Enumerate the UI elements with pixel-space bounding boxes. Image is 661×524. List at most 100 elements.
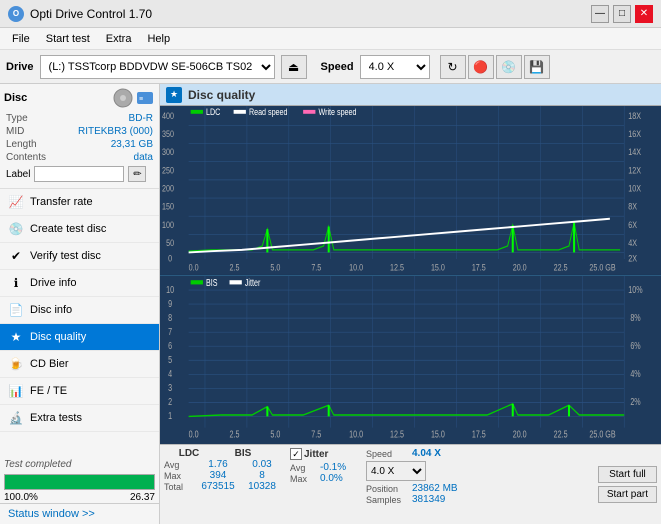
svg-text:2%: 2% bbox=[630, 396, 641, 407]
chart1-svg: 400 350 300 250 200 150 100 50 0 18X 16X… bbox=[160, 106, 661, 275]
svg-text:14X: 14X bbox=[628, 147, 641, 157]
progress-bar-container bbox=[4, 474, 155, 490]
ldc-avg: 1.76 bbox=[198, 459, 238, 470]
disc-button[interactable]: 💿 bbox=[496, 55, 522, 79]
bis-avg: 0.03 bbox=[242, 459, 282, 470]
minimize-button[interactable]: — bbox=[591, 5, 609, 23]
disc-header: Disc ≡ bbox=[4, 88, 155, 108]
avg-label: Avg bbox=[164, 460, 194, 470]
svg-text:8: 8 bbox=[168, 311, 172, 322]
disc-mid-row: MID RITEKBR3 (000) bbox=[4, 125, 155, 138]
svg-text:≡: ≡ bbox=[139, 96, 143, 103]
speed-stat-select[interactable]: 4.0 X bbox=[366, 461, 426, 481]
main-layout: Disc ≡ Type BD-R MID RITEKBR3 (000) bbox=[0, 84, 661, 524]
progress-info: 100.0% 26.37 bbox=[0, 492, 159, 503]
right-value: 26.37 bbox=[130, 492, 155, 503]
svg-text:4: 4 bbox=[168, 367, 172, 378]
sidebar-item-cd-bier[interactable]: 🍺 CD Bier bbox=[0, 351, 159, 378]
svg-text:2X: 2X bbox=[628, 254, 637, 264]
svg-text:15.0: 15.0 bbox=[431, 428, 445, 439]
menu-extra[interactable]: Extra bbox=[98, 31, 140, 47]
sidebar-item-disc-info[interactable]: 📄 Disc info bbox=[0, 297, 159, 324]
stats-ldc-bis: LDC BIS Avg 1.76 0.03 Max 394 8 Total 67… bbox=[164, 448, 284, 521]
svg-text:2: 2 bbox=[168, 396, 172, 407]
speed-select[interactable]: 4.0 X bbox=[360, 55, 430, 79]
drive-info-icon: ℹ bbox=[8, 275, 24, 291]
refresh-button[interactable]: ↻ bbox=[440, 55, 466, 79]
sidebar-item-fe-te[interactable]: 📊 FE / TE bbox=[0, 378, 159, 405]
burn-button[interactable]: 🔴 bbox=[468, 55, 494, 79]
jitter-checkbox[interactable]: ✓ bbox=[290, 448, 302, 460]
start-full-button[interactable]: Start full bbox=[598, 466, 657, 483]
disc-length-row: Length 23,31 GB bbox=[4, 138, 155, 151]
svg-text:0.0: 0.0 bbox=[189, 263, 199, 273]
svg-text:15.0: 15.0 bbox=[431, 263, 445, 273]
title-bar-controls: — □ ✕ bbox=[591, 5, 653, 23]
stats-jitter: ✓ Jitter Avg -0.1% Max 0.0% bbox=[290, 448, 360, 521]
total-label: Total bbox=[164, 482, 194, 492]
menu-help[interactable]: Help bbox=[139, 31, 178, 47]
jitter-max: 0.0% bbox=[320, 473, 343, 484]
svg-text:10X: 10X bbox=[628, 184, 641, 194]
svg-text:400: 400 bbox=[162, 111, 174, 121]
disc-title: Disc bbox=[4, 92, 27, 104]
menu-file[interactable]: File bbox=[4, 31, 38, 47]
svg-text:9: 9 bbox=[168, 297, 172, 308]
sidebar-item-create-test-disc[interactable]: 💿 Create test disc bbox=[0, 216, 159, 243]
svg-text:Read speed: Read speed bbox=[249, 107, 288, 117]
save-button[interactable]: 💾 bbox=[524, 55, 550, 79]
svg-text:5.0: 5.0 bbox=[270, 263, 280, 273]
jitter-avg: -0.1% bbox=[320, 462, 346, 473]
svg-text:10.0: 10.0 bbox=[349, 263, 363, 273]
status-window-link[interactable]: Status window >> bbox=[0, 503, 159, 524]
sidebar-item-drive-info[interactable]: ℹ Drive info bbox=[0, 270, 159, 297]
svg-text:2.5: 2.5 bbox=[230, 428, 240, 439]
transfer-rate-icon: 📈 bbox=[8, 194, 24, 210]
svg-text:17.5: 17.5 bbox=[472, 428, 486, 439]
chart2-svg: 10 9 8 7 6 5 4 3 2 1 10% 8% 6% 4% 2% bbox=[160, 276, 661, 445]
svg-text:20.0: 20.0 bbox=[513, 263, 527, 273]
menu-start-test[interactable]: Start test bbox=[38, 31, 98, 47]
disc-label-input[interactable] bbox=[34, 166, 124, 182]
cd-bier-icon: 🍺 bbox=[8, 356, 24, 372]
stats-speed-pos: Speed 4.04 X 4.0 X Position 23862 MB Sam… bbox=[366, 448, 458, 521]
svg-text:18X: 18X bbox=[628, 111, 641, 121]
sidebar-item-disc-quality[interactable]: ★ Disc quality bbox=[0, 324, 159, 351]
position-label: Position bbox=[366, 484, 408, 494]
disc-info-icon: 📄 bbox=[8, 302, 24, 318]
status-area: Test completed 100.0% 26.37 Status windo… bbox=[0, 457, 159, 524]
speed-label-stat: Speed bbox=[366, 449, 408, 459]
samples-label: Samples bbox=[366, 495, 408, 505]
sidebar-item-extra-tests[interactable]: 🔬 Extra tests bbox=[0, 405, 159, 432]
disc-label-button[interactable]: ✏ bbox=[128, 166, 146, 182]
sidebar-item-transfer-rate[interactable]: 📈 Transfer rate bbox=[0, 189, 159, 216]
bis-max: 8 bbox=[242, 470, 282, 481]
title-bar: O Opti Drive Control 1.70 — □ ✕ bbox=[0, 0, 661, 28]
progress-bar bbox=[5, 475, 154, 489]
svg-text:Jitter: Jitter bbox=[245, 276, 261, 287]
svg-text:1: 1 bbox=[168, 410, 172, 421]
close-button[interactable]: ✕ bbox=[635, 5, 653, 23]
svg-text:300: 300 bbox=[162, 147, 174, 157]
maximize-button[interactable]: □ bbox=[613, 5, 631, 23]
svg-text:0.0: 0.0 bbox=[189, 428, 199, 439]
menu-bar: File Start test Extra Help bbox=[0, 28, 661, 50]
speed-val: 4.04 X bbox=[412, 448, 441, 459]
drive-select[interactable]: (L:) TSSTcorp BDDVDW SE-506CB TS02 bbox=[40, 55, 275, 79]
svg-text:250: 250 bbox=[162, 166, 174, 176]
bis-total: 10328 bbox=[242, 481, 282, 492]
create-test-disc-icon: 💿 bbox=[8, 221, 24, 237]
disc-settings-icon[interactable]: ≡ bbox=[135, 88, 155, 108]
max-label: Max bbox=[164, 471, 194, 481]
svg-text:25.0 GB: 25.0 GB bbox=[589, 428, 615, 439]
start-part-button[interactable]: Start part bbox=[598, 486, 657, 503]
verify-test-disc-icon: ✔ bbox=[8, 248, 24, 264]
app-title: Opti Drive Control 1.70 bbox=[30, 7, 152, 21]
sidebar-item-verify-test-disc[interactable]: ✔ Verify test disc bbox=[0, 243, 159, 270]
svg-text:16X: 16X bbox=[628, 129, 641, 139]
svg-text:8X: 8X bbox=[628, 202, 637, 212]
svg-text:4X: 4X bbox=[628, 238, 637, 248]
eject-button[interactable]: ⏏ bbox=[281, 55, 307, 79]
svg-text:22.5: 22.5 bbox=[554, 428, 568, 439]
drive-bar: Drive (L:) TSSTcorp BDDVDW SE-506CB TS02… bbox=[0, 50, 661, 84]
